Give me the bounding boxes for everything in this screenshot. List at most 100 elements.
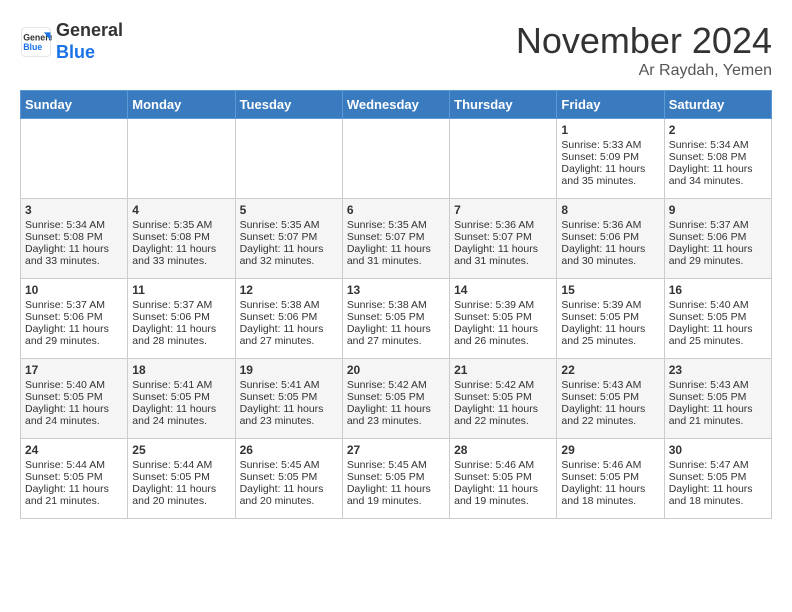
calendar-cell: 7Sunrise: 5:36 AMSunset: 5:07 PMDaylight… (450, 199, 557, 279)
day-info: Sunrise: 5:44 AM (132, 459, 230, 471)
day-info: and 21 minutes. (25, 495, 123, 507)
day-number: 26 (240, 443, 338, 457)
day-info: and 19 minutes. (454, 495, 552, 507)
day-info: Sunrise: 5:43 AM (561, 379, 659, 391)
day-number: 9 (669, 203, 767, 217)
week-row-3: 10Sunrise: 5:37 AMSunset: 5:06 PMDayligh… (21, 279, 772, 359)
day-info: Sunset: 5:08 PM (132, 231, 230, 243)
day-number: 21 (454, 363, 552, 377)
day-info: Sunrise: 5:42 AM (347, 379, 445, 391)
day-info: Sunrise: 5:33 AM (561, 139, 659, 151)
day-info: and 21 minutes. (669, 415, 767, 427)
calendar-cell: 27Sunrise: 5:45 AMSunset: 5:05 PMDayligh… (342, 439, 449, 519)
calendar-cell: 4Sunrise: 5:35 AMSunset: 5:08 PMDaylight… (128, 199, 235, 279)
day-info: Sunset: 5:07 PM (347, 231, 445, 243)
day-info: and 20 minutes. (132, 495, 230, 507)
day-info: Daylight: 11 hours (454, 403, 552, 415)
day-number: 5 (240, 203, 338, 217)
calendar-cell: 23Sunrise: 5:43 AMSunset: 5:05 PMDayligh… (664, 359, 771, 439)
column-header-friday: Friday (557, 91, 664, 119)
day-info: Sunset: 5:06 PM (561, 231, 659, 243)
calendar-cell: 9Sunrise: 5:37 AMSunset: 5:06 PMDaylight… (664, 199, 771, 279)
calendar-cell: 10Sunrise: 5:37 AMSunset: 5:06 PMDayligh… (21, 279, 128, 359)
day-info: Sunrise: 5:42 AM (454, 379, 552, 391)
day-info: Sunrise: 5:40 AM (669, 299, 767, 311)
day-number: 30 (669, 443, 767, 457)
header-row: SundayMondayTuesdayWednesdayThursdayFrid… (21, 91, 772, 119)
calendar-cell: 26Sunrise: 5:45 AMSunset: 5:05 PMDayligh… (235, 439, 342, 519)
calendar-cell: 18Sunrise: 5:41 AMSunset: 5:05 PMDayligh… (128, 359, 235, 439)
calendar-cell: 5Sunrise: 5:35 AMSunset: 5:07 PMDaylight… (235, 199, 342, 279)
day-number: 18 (132, 363, 230, 377)
day-info: Daylight: 11 hours (240, 243, 338, 255)
day-info: and 29 minutes. (669, 255, 767, 267)
day-info: Daylight: 11 hours (561, 243, 659, 255)
day-info: Sunset: 5:05 PM (347, 391, 445, 403)
day-info: Sunrise: 5:43 AM (669, 379, 767, 391)
day-info: and 35 minutes. (561, 175, 659, 187)
day-info: Daylight: 11 hours (669, 403, 767, 415)
day-number: 28 (454, 443, 552, 457)
day-info: Daylight: 11 hours (132, 483, 230, 495)
day-info: Sunrise: 5:34 AM (669, 139, 767, 151)
day-info: and 20 minutes. (240, 495, 338, 507)
day-info: Daylight: 11 hours (240, 483, 338, 495)
day-info: Sunset: 5:06 PM (132, 311, 230, 323)
calendar-cell: 3Sunrise: 5:34 AMSunset: 5:08 PMDaylight… (21, 199, 128, 279)
calendar-cell: 29Sunrise: 5:46 AMSunset: 5:05 PMDayligh… (557, 439, 664, 519)
day-info: and 23 minutes. (240, 415, 338, 427)
day-info: Sunrise: 5:46 AM (561, 459, 659, 471)
calendar-cell: 24Sunrise: 5:44 AMSunset: 5:05 PMDayligh… (21, 439, 128, 519)
day-info: and 33 minutes. (25, 255, 123, 267)
day-info: Daylight: 11 hours (132, 323, 230, 335)
week-row-4: 17Sunrise: 5:40 AMSunset: 5:05 PMDayligh… (21, 359, 772, 439)
title-section: November 2024 Ar Raydah, Yemen (516, 20, 772, 80)
day-info: and 31 minutes. (454, 255, 552, 267)
day-info: Sunset: 5:06 PM (240, 311, 338, 323)
day-info: Sunset: 5:08 PM (669, 151, 767, 163)
day-info: Sunrise: 5:44 AM (25, 459, 123, 471)
calendar-cell: 25Sunrise: 5:44 AMSunset: 5:05 PMDayligh… (128, 439, 235, 519)
day-info: Daylight: 11 hours (454, 243, 552, 255)
day-info: and 27 minutes. (240, 335, 338, 347)
calendar-cell: 22Sunrise: 5:43 AMSunset: 5:05 PMDayligh… (557, 359, 664, 439)
calendar-cell: 16Sunrise: 5:40 AMSunset: 5:05 PMDayligh… (664, 279, 771, 359)
day-number: 10 (25, 283, 123, 297)
calendar-cell: 28Sunrise: 5:46 AMSunset: 5:05 PMDayligh… (450, 439, 557, 519)
day-info: and 22 minutes. (454, 415, 552, 427)
day-info: Sunrise: 5:38 AM (240, 299, 338, 311)
day-info: Daylight: 11 hours (669, 483, 767, 495)
day-info: Daylight: 11 hours (561, 483, 659, 495)
day-number: 2 (669, 123, 767, 137)
day-info: Sunrise: 5:47 AM (669, 459, 767, 471)
day-info: Daylight: 11 hours (669, 163, 767, 175)
day-info: and 34 minutes. (669, 175, 767, 187)
day-info: Daylight: 11 hours (132, 243, 230, 255)
day-info: and 23 minutes. (347, 415, 445, 427)
day-info: Sunset: 5:05 PM (454, 311, 552, 323)
day-info: and 30 minutes. (561, 255, 659, 267)
day-info: and 32 minutes. (240, 255, 338, 267)
day-info: Sunset: 5:05 PM (561, 311, 659, 323)
day-info: Sunset: 5:05 PM (25, 471, 123, 483)
day-number: 20 (347, 363, 445, 377)
day-info: Daylight: 11 hours (240, 323, 338, 335)
column-header-wednesday: Wednesday (342, 91, 449, 119)
page-header: General Blue General Blue November 2024 … (20, 20, 772, 80)
location: Ar Raydah, Yemen (516, 62, 772, 80)
day-info: Daylight: 11 hours (561, 323, 659, 335)
day-number: 8 (561, 203, 659, 217)
day-info: Sunset: 5:05 PM (240, 391, 338, 403)
day-info: Daylight: 11 hours (25, 243, 123, 255)
day-info: Sunset: 5:06 PM (669, 231, 767, 243)
day-number: 4 (132, 203, 230, 217)
logo-icon: General Blue (20, 26, 52, 58)
day-number: 22 (561, 363, 659, 377)
day-info: Sunrise: 5:37 AM (25, 299, 123, 311)
day-info: Sunrise: 5:40 AM (25, 379, 123, 391)
day-info: Daylight: 11 hours (25, 323, 123, 335)
calendar-cell: 8Sunrise: 5:36 AMSunset: 5:06 PMDaylight… (557, 199, 664, 279)
day-info: Sunrise: 5:37 AM (132, 299, 230, 311)
column-header-sunday: Sunday (21, 91, 128, 119)
day-info: Sunrise: 5:45 AM (240, 459, 338, 471)
